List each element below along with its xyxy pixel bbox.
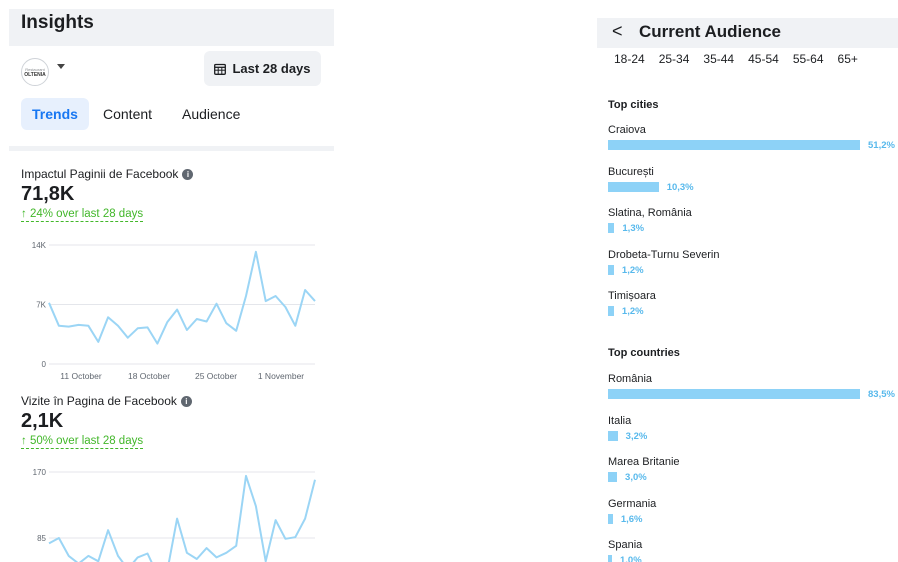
audience-item-percent: 10,3% bbox=[666, 181, 694, 193]
y-tick-label: 85 bbox=[37, 534, 46, 543]
avatar-text-main: OLTENIA bbox=[24, 71, 46, 78]
date-range-button[interactable]: Last 28 days bbox=[204, 51, 321, 86]
top-countries-title: Top countries bbox=[608, 347, 680, 359]
audience-item-bar bbox=[608, 472, 618, 482]
audience-item-percent: 1,3% bbox=[622, 223, 645, 234]
insights-header: Insights bbox=[9, 9, 334, 46]
age-group[interactable]: 35-44 bbox=[703, 52, 734, 66]
audience-item-name: Timișoara bbox=[608, 290, 656, 302]
y-tick-label: 7K bbox=[36, 301, 46, 310]
audience-item-name: București bbox=[608, 165, 654, 178]
metric-label-text: Impactul Paginii de Facebook bbox=[21, 167, 179, 181]
audience-item-percent: 1,2% bbox=[621, 306, 644, 317]
y-tick-label: 0 bbox=[42, 360, 47, 369]
audience-item-bar bbox=[608, 513, 613, 524]
audience-item-percent: 1,2% bbox=[621, 264, 644, 276]
tab-content[interactable]: Content bbox=[103, 98, 152, 130]
audience-item-percent: 83,5% bbox=[868, 389, 895, 400]
age-group[interactable]: 55-64 bbox=[793, 52, 824, 66]
metric-change-reach[interactable]: ↑ 24% over last 28 days bbox=[21, 208, 144, 222]
audience-item-name: Marea Britanie bbox=[608, 456, 680, 468]
audience-item-percent: 3,2% bbox=[625, 430, 648, 442]
page-title: Insights bbox=[21, 12, 94, 33]
audience-item-name: Germania bbox=[608, 497, 657, 510]
audience-item-name: România bbox=[608, 373, 653, 385]
audience-header: < Current Audience bbox=[597, 18, 898, 48]
audience-item-bar bbox=[608, 181, 659, 192]
audience-item-percent: 1,0% bbox=[620, 555, 642, 562]
tab-audience[interactable]: Audience bbox=[182, 98, 240, 130]
age-group[interactable]: 65+ bbox=[838, 52, 858, 66]
audience-item-bar bbox=[608, 264, 614, 275]
x-tick-label: 18 October bbox=[128, 371, 170, 381]
calendar-icon bbox=[214, 63, 227, 75]
metric-label-visits: Vizite în Pagina de Facebook i bbox=[21, 394, 192, 408]
x-tick-label: 1 November bbox=[258, 371, 304, 381]
section-divider bbox=[9, 146, 334, 151]
date-range-label: Last 28 days bbox=[232, 61, 311, 76]
age-group[interactable]: 25-34 bbox=[659, 52, 690, 66]
visits-line-chart: 170 85 bbox=[33, 468, 316, 562]
audience-item-bar bbox=[608, 389, 860, 399]
age-groups: 18-24 25-34 35-44 45-54 55-64 65+ bbox=[614, 52, 858, 66]
caret-down-icon[interactable] bbox=[57, 64, 65, 69]
series-line bbox=[48, 250, 316, 345]
audience-item-name: Drobeta-Turnu Severin bbox=[608, 248, 720, 261]
metric-label-text: Vizite în Pagina de Facebook bbox=[21, 394, 177, 408]
audience-item-name: Spania bbox=[608, 539, 643, 551]
chevron-left-icon[interactable]: < bbox=[612, 21, 623, 42]
y-tick-label: 170 bbox=[33, 468, 47, 477]
age-group[interactable]: 45-54 bbox=[748, 52, 779, 66]
age-group[interactable]: 18-24 bbox=[614, 52, 645, 66]
audience-item-bar bbox=[608, 555, 612, 562]
audience-item-bar bbox=[608, 306, 614, 316]
info-icon[interactable]: i bbox=[180, 395, 192, 407]
insights-panel: Insights Restaurant OLTENIA Last 28 days… bbox=[9, 0, 334, 562]
tab-trends[interactable]: Trends bbox=[21, 98, 89, 130]
y-tick-label: 14K bbox=[32, 241, 47, 250]
page-avatar[interactable]: Restaurant OLTENIA bbox=[21, 58, 49, 86]
audience-item-percent: 3,0% bbox=[625, 472, 647, 483]
audience-item-name: Italia bbox=[608, 414, 632, 427]
audience-panel: < Current Audience 18-24 25-34 35-44 45-… bbox=[597, 0, 898, 562]
audience-item-name: Slatina, România bbox=[608, 207, 692, 219]
info-icon[interactable]: i bbox=[182, 168, 194, 180]
audience-title: Current Audience bbox=[639, 22, 782, 41]
x-tick-label: 25 October bbox=[195, 371, 237, 381]
audience-item-bar bbox=[608, 430, 618, 441]
metric-label-reach: Impactul Paginii de Facebook i bbox=[21, 167, 194, 181]
audience-item-name: Craiova bbox=[608, 124, 646, 136]
metric-value-visits: 2,1K bbox=[21, 410, 64, 432]
audience-item-percent: 1,6% bbox=[620, 513, 643, 525]
top-cities-title: Top cities bbox=[608, 99, 659, 111]
x-tick-label: 11 October bbox=[60, 371, 102, 381]
metric-change-visits[interactable]: ↑ 50% over last 28 days bbox=[21, 435, 144, 449]
metric-value-reach: 71,8K bbox=[21, 183, 75, 205]
series-line bbox=[48, 474, 316, 562]
reach-line-chart: 14K 7K 0 11 October 18 October 25 October 1 No… bbox=[32, 241, 316, 381]
audience-item-bar bbox=[608, 140, 860, 150]
audience-item-percent: 51,2% bbox=[868, 140, 895, 151]
audience-item-bar bbox=[608, 223, 615, 233]
